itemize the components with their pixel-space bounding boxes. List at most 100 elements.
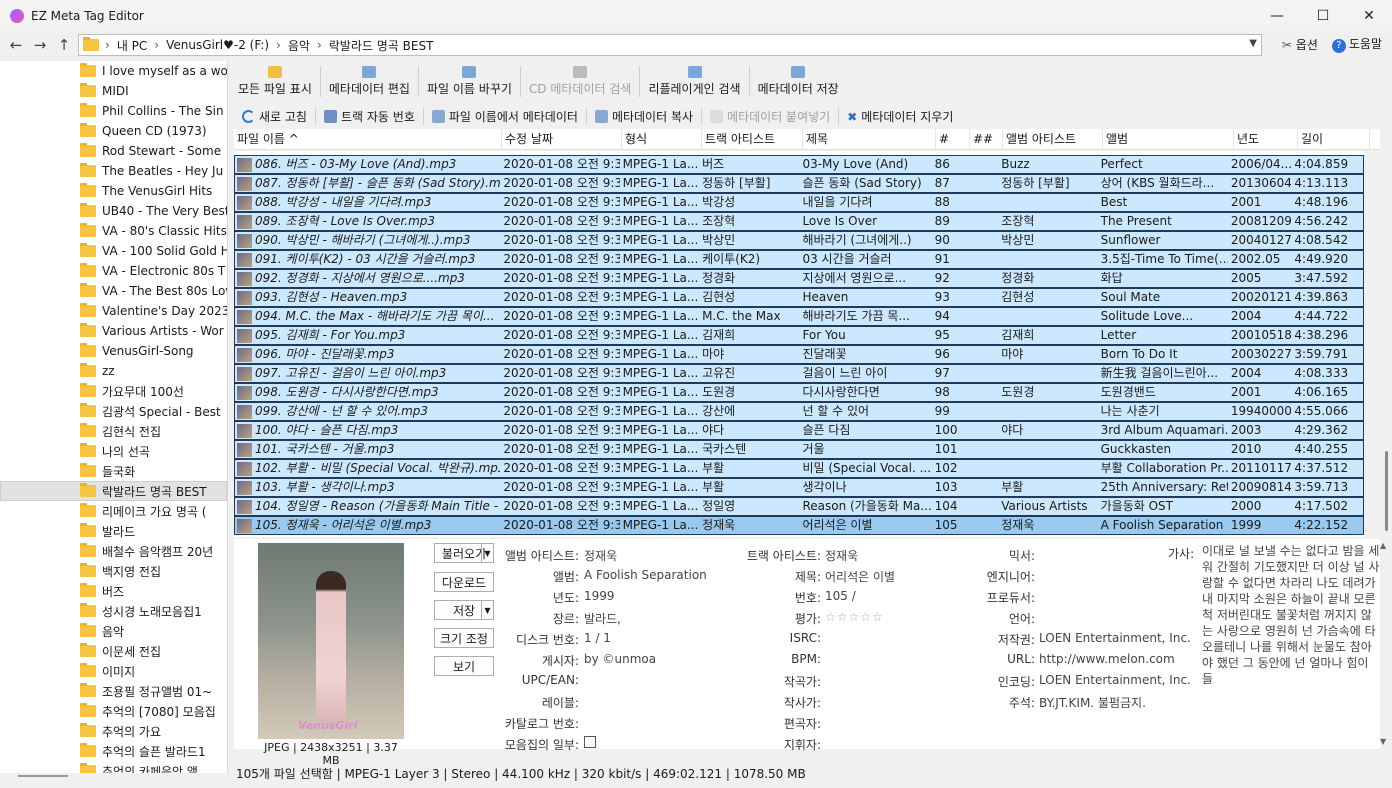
tree-item[interactable]: UB40 - The Very Best [0,201,227,221]
copy-metadata-button[interactable]: 메타데이터 복사 [587,107,703,125]
tree-item[interactable]: The Beatles - Hey Ju [0,161,227,181]
table-row[interactable]: 091. 케이투(K2) - 03 시간을 거슬러.mp3 2020-01-08 … [234,250,1364,269]
field-value[interactable]: LOEN Entertainment, Inc. [1039,631,1191,645]
tree-item[interactable]: VA - 80's Classic Hits [0,221,227,241]
tree-item[interactable]: 나의 선곡 [0,441,227,461]
column-header[interactable]: ## [970,129,1003,149]
table-row[interactable]: 098. 도원경 - 다시사랑한다면.mp3 2020-01-08 오전 9:38… [234,383,1364,402]
table-row[interactable]: 089. 조장혁 - Love Is Over.mp3 2020-01-08 오전… [234,212,1364,231]
table-row[interactable]: 088. 박강성 - 내일을 기다려.mp3 2020-01-08 오전 9:38… [234,193,1364,212]
column-header[interactable]: 파일 이름 ^ [234,129,502,149]
table-row[interactable]: 101. 국카스텐 - 거울.mp3 2020-01-08 오전 9:38 MPEG… [234,440,1364,459]
scroll-down-icon[interactable]: ▼ [1380,737,1386,746]
download-button[interactable]: 다운로드 [434,572,494,592]
tree-item[interactable]: zz [0,361,227,381]
cd-search-button[interactable]: CD 메타데이터 검색 [521,66,641,97]
maximize-button[interactable]: ☐ [1300,0,1346,31]
compilation-checkbox[interactable] [584,736,596,748]
field-value[interactable]: LOEN Entertainment, Inc. [1039,673,1191,687]
table-row[interactable]: 105. 정재욱 - 어리석은 이별.mp3 2020-01-08 오전 9:38… [234,516,1364,535]
column-header[interactable]: 제목 [803,129,936,149]
table-row[interactable]: 103. 부활 - 생각이나.mp3 2020-01-08 오전 9:38 MPEG… [234,478,1364,497]
minimize-button[interactable]: — [1254,0,1300,31]
field-value[interactable]: 1999 [584,589,615,603]
breadcrumb[interactable]: 음악 [288,37,310,54]
tree-item[interactable]: The VenusGirl Hits [0,181,227,201]
show-all-files-button[interactable]: 모든 파일 표시 [230,66,321,97]
paste-metadata-button[interactable]: 메타데이터 붙여넣기 [702,107,840,125]
details-scrollbar[interactable]: ▲ ▼ [1380,539,1390,749]
tree-item[interactable]: 음악 [0,621,227,641]
tree-item[interactable]: 이문세 전집 [0,641,227,661]
tree-item[interactable]: Queen CD (1973) [0,121,227,141]
column-header[interactable]: 수정 날짜 [502,129,622,149]
breadcrumb[interactable]: 내 PC [117,37,147,54]
file-list[interactable]: 086. 버즈 - 03-My Love (And).mp3 2020-01-08… [234,151,1364,537]
tree-item[interactable]: Phil Collins - The Sin [0,101,227,121]
column-header[interactable]: 년도 [1234,129,1298,149]
tree-item[interactable]: I love myself as a wo [0,61,227,81]
rating-stars[interactable]: ☆☆☆☆☆ [825,610,884,624]
track-auto-number-button[interactable]: 트랙 자동 번호 [316,107,424,125]
column-header[interactable]: 길이 [1298,129,1370,149]
chevron-down-icon[interactable]: ▼ [481,544,493,562]
column-header[interactable]: 앨범 아티스트 [1003,129,1103,149]
tree-item[interactable]: MIDI [0,81,227,101]
table-row[interactable]: 087. 정동하 [부활] - 슬픈 동화 (Sad Story).m... 20… [234,174,1364,193]
scrollbar-thumb[interactable] [1385,451,1388,531]
field-value[interactable]: 정재욱 [825,547,858,564]
tree-item[interactable]: 발라드 [0,521,227,541]
close-button[interactable]: ✕ [1346,0,1392,31]
tree-item[interactable]: 들국화 [0,461,227,481]
tree-item[interactable]: 조용필 정규앨범 01~ [0,681,227,701]
tree-item[interactable]: 추억의 가요 [0,721,227,741]
tree-item[interactable]: 락발라드 명곡 BEST [0,481,227,501]
metadata-from-filename-button[interactable]: 파일 이름에서 메타데이터 [424,107,587,125]
refresh-button[interactable]: 새로 고침 [234,107,316,125]
column-header[interactable]: # [936,129,970,149]
table-row[interactable]: 095. 김재희 - For You.mp3 2020-01-08 오전 9:38… [234,326,1364,345]
folder-tree[interactable]: I love myself as a wo MIDI Phil Collins - … [0,61,228,773]
tree-item[interactable]: 이미지 [0,661,227,681]
field-value[interactable]: 발라드, [584,610,621,627]
field-value[interactable] [584,736,596,751]
table-row[interactable]: 094. M.C. the Max - 해바라기도 가끔 목이... 2020-0… [234,307,1364,326]
load-button[interactable]: 불러오기 ▼ [434,543,494,563]
back-arrow-icon[interactable]: ← [4,36,28,54]
save-metadata-button[interactable]: 메타데이터 저장 [750,66,847,97]
up-arrow-icon[interactable]: ↑ [52,36,76,54]
field-value[interactable]: http://www.melon.com [1039,652,1175,666]
tree-item[interactable]: 백지영 전집 [0,561,227,581]
forward-arrow-icon[interactable]: → [28,36,52,54]
tree-item[interactable]: 리메이크 가요 명곡 ( [0,501,227,521]
replaygain-search-button[interactable]: 리플레이게인 검색 [640,66,750,97]
table-row[interactable]: 099. 강산에 - 넌 할 수 있어.mp3 2020-01-08 오전 9:3… [234,402,1364,421]
field-value[interactable]: 정재욱 [584,547,617,564]
resize-button[interactable]: 크기 조정 [434,628,494,648]
help-button[interactable]: ? 도움말 [1331,35,1382,53]
address-bar[interactable]: › 내 PC › VenusGirl♥-2 (F:) › 음악 › 락발라드 명… [78,34,1262,56]
table-row[interactable]: 096. 마야 - 진달래꽃.mp3 2020-01-08 오전 9:38 MPEG… [234,345,1364,364]
tree-item[interactable]: 김현식 전집 [0,421,227,441]
tree-item[interactable]: VA - The Best 80s Lov [0,281,227,301]
tree-item[interactable]: 배철수 음악캠프 20년 [0,541,227,561]
clear-metadata-button[interactable]: ✖ 메타데이터 지우기 [839,108,961,125]
table-row[interactable]: 090. 박상민 - 해바라기 (그녀에게..).mp3 2020-01-08 오… [234,231,1364,250]
column-header[interactable]: 트랙 아티스트 [702,129,803,149]
field-value[interactable]: by ©unmoa [584,652,656,666]
tree-item[interactable]: 성시경 노래모음집1 [0,601,227,621]
breadcrumb[interactable]: VenusGirl♥-2 (F:) [166,38,269,52]
tree-item[interactable]: VA - Electronic 80s T [0,261,227,281]
rename-file-button[interactable]: 파일 이름 바꾸기 [419,66,521,97]
table-row[interactable]: 092. 정경화 - 지상에서 영원으로....mp3 2020-01-08 오전… [234,269,1364,288]
file-list-scrollbar[interactable] [1382,151,1392,537]
field-value[interactable]: BY.JT.KIM. 불펌금지. [1039,694,1146,711]
tree-item[interactable]: VA - 100 Solid Gold H [0,241,227,261]
tree-item[interactable]: VenusGirl-Song [0,341,227,361]
tree-item[interactable]: 추억의 [7080] 모음집 [0,701,227,721]
table-row[interactable]: 093. 김현성 - Heaven.mp3 2020-01-08 오전 9:38 M… [234,288,1364,307]
tree-item[interactable]: 추억의 카페음악 앨 [0,761,227,773]
field-value[interactable]: 1 / 1 [584,631,611,645]
column-header[interactable]: 앨범 [1103,129,1234,149]
tree-item[interactable]: 버즈 [0,581,227,601]
